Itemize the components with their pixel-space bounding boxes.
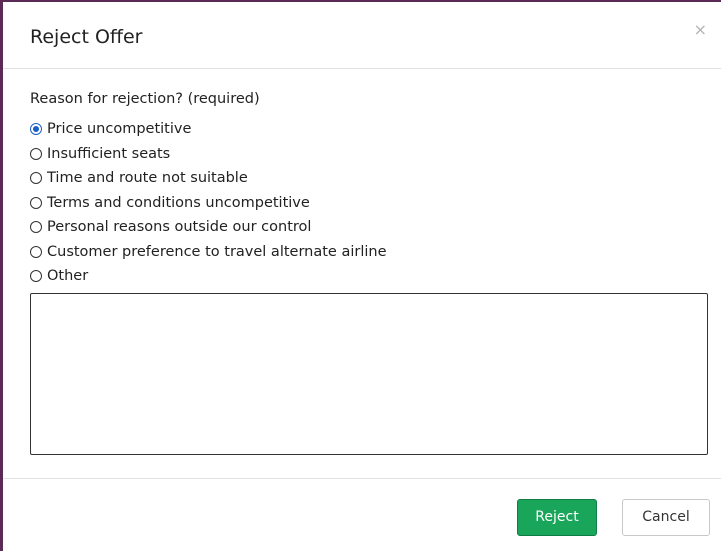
reason-option-label: Personal reasons outside our control (47, 219, 312, 236)
reason-option-other[interactable]: Other (30, 264, 387, 289)
reason-option-label: Time and route not suitable (47, 170, 248, 187)
reason-option-personal-reasons[interactable]: Personal reasons outside our control (30, 215, 387, 240)
reason-option-label: Insufficient seats (47, 145, 171, 162)
reason-option-label: Terms and conditions uncompetitive (47, 194, 310, 211)
dialog-body: Reason for rejection? (required) Price u… (3, 69, 721, 477)
rejection-reason-label: Reason for rejection? (required) (30, 91, 260, 107)
radio-button[interactable] (30, 196, 42, 209)
radio-button[interactable] (30, 123, 42, 136)
reason-option-label: Other (47, 268, 89, 285)
cancel-button[interactable]: Cancel (622, 499, 710, 536)
dialog-header: Reject Offer × (3, 2, 721, 69)
radio-button[interactable] (30, 245, 42, 258)
radio-button[interactable] (30, 221, 42, 234)
radio-button[interactable] (30, 270, 42, 283)
reason-option-price-uncompetitive[interactable]: Price uncompetitive (30, 117, 387, 142)
rejection-reason-options: Price uncompetitive Insufficient seats T… (30, 117, 387, 289)
reject-button[interactable]: Reject (517, 499, 597, 536)
reason-option-terms-conditions[interactable]: Terms and conditions uncompetitive (30, 191, 387, 216)
reason-option-alternate-airline[interactable]: Customer preference to travel alternate … (30, 240, 387, 265)
reject-offer-dialog: Reject Offer × Reason for rejection? (re… (0, 0, 721, 551)
reason-option-time-route[interactable]: Time and route not suitable (30, 166, 387, 191)
reason-option-label: Price uncompetitive (47, 121, 192, 138)
other-reason-textarea[interactable] (30, 293, 708, 455)
radio-button[interactable] (30, 172, 42, 185)
reason-option-insufficient-seats[interactable]: Insufficient seats (30, 142, 387, 167)
reason-option-label: Customer preference to travel alternate … (47, 243, 387, 260)
radio-button[interactable] (30, 147, 42, 160)
dialog-title: Reject Offer (30, 26, 143, 48)
close-icon[interactable]: × (694, 22, 707, 38)
dialog-footer: Reject Cancel (3, 478, 721, 554)
